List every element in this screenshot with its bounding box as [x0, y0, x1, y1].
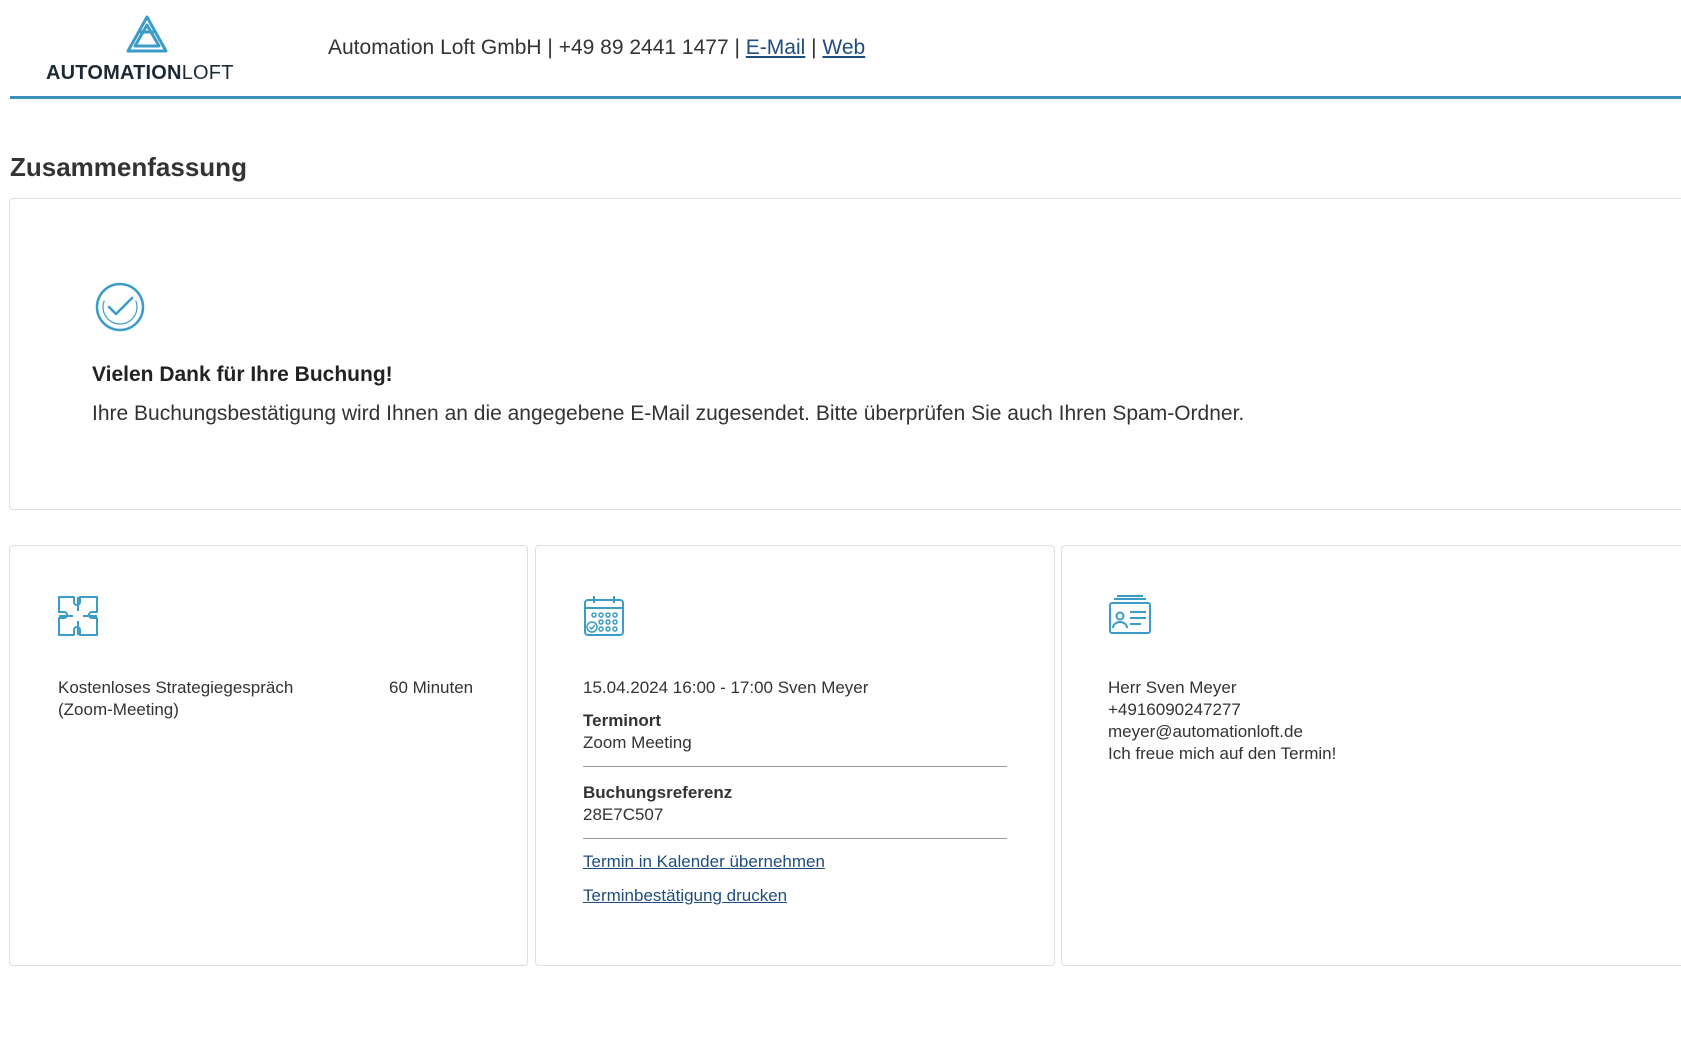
- appointment-card: 15.04.2024 16:00 - 17:00 Sven Meyer Term…: [535, 545, 1055, 966]
- page-header: AUTOMATIONLOFT Automation Loft GmbH | +4…: [10, 0, 1681, 99]
- thank-you-heading: Vielen Dank für Ihre Buchung!: [92, 363, 393, 386]
- divider: [583, 838, 1007, 839]
- triangle-logo-icon: [126, 15, 168, 53]
- contact-info: Automation Loft GmbH | +49 89 2441 1477 …: [328, 36, 746, 59]
- customer-card: Herr Sven Meyer +4916090247277 meyer@aut…: [1061, 545, 1681, 966]
- divider: [583, 766, 1007, 767]
- contact-card-icon: [1109, 595, 1151, 634]
- service-name: Kostenloses Strategiegespräch (Zoom-Meet…: [58, 678, 294, 719]
- web-link[interactable]: Web: [822, 36, 865, 59]
- contact-separator: |: [805, 36, 823, 59]
- customer-phone: +4916090247277: [1108, 700, 1241, 719]
- print-confirmation-link[interactable]: Terminbestätigung drucken: [583, 885, 787, 907]
- reference-value: 28E7C507: [583, 805, 664, 824]
- appointment-datetime: 15.04.2024 16:00 - 17:00 Sven Meyer: [583, 678, 869, 697]
- check-circle-icon: [95, 282, 145, 332]
- customer-email: meyer@automationloft.de: [1108, 722, 1303, 741]
- service-card: Kostenloses Strategiegespräch (Zoom-Meet…: [9, 545, 528, 966]
- email-link[interactable]: E-Mail: [746, 36, 806, 59]
- customer-name: Herr Sven Meyer: [1108, 678, 1237, 697]
- logo-wordmark-light: LOFT: [181, 62, 234, 84]
- confirmation-card: Vielen Dank für Ihre Buchung! Ihre Buchu…: [9, 198, 1681, 510]
- add-to-calendar-link[interactable]: Termin in Kalender übernehmen: [583, 851, 825, 873]
- customer-message: Ich freue mich auf den Termin!: [1108, 744, 1337, 763]
- page-title: Zusammenfassung: [10, 152, 247, 182]
- location-value: Zoom Meeting: [583, 733, 692, 752]
- puzzle-icon: [58, 596, 98, 636]
- reference-label: Buchungsreferenz: [583, 783, 733, 802]
- logo-wordmark-bold: AUTOMATION: [46, 62, 182, 84]
- service-duration: 60 Minuten: [389, 678, 474, 697]
- calendar-icon: [584, 596, 624, 636]
- contact-line: Automation Loft GmbH | +49 89 2441 1477 …: [328, 36, 865, 60]
- confirmation-note: Ihre Buchungsbestätigung wird Ihnen an d…: [92, 402, 1245, 425]
- company-logo[interactable]: AUTOMATIONLOFT: [46, 12, 256, 84]
- logo-wordmark: AUTOMATIONLOFT: [46, 62, 234, 85]
- location-label: Terminort: [583, 711, 662, 730]
